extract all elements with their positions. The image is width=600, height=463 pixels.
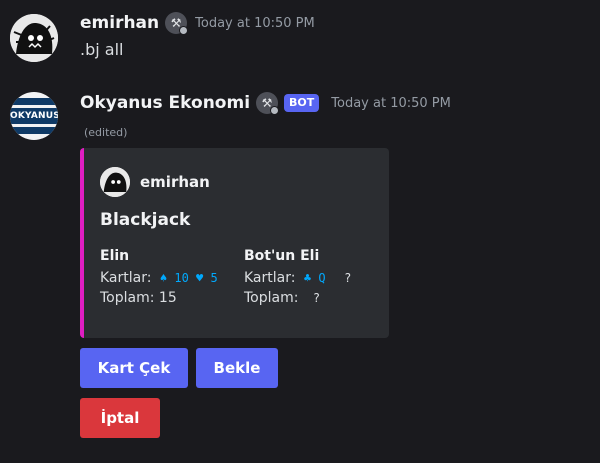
player-total: 15 (158, 290, 177, 306)
cards-line: Kartlar: ♠ 10 ♥ 5 (100, 268, 218, 288)
hidden-card: ? (344, 271, 352, 285)
message-content: .bj all (80, 40, 124, 59)
total-line: Toplam: ? (244, 288, 351, 308)
hammer-wrench-icon[interactable]: ⚒ (165, 12, 189, 35)
logo-band (10, 98, 58, 105)
user-avatar[interactable] (10, 14, 58, 62)
message-timestamp: Today at 10:50 PM (331, 95, 451, 111)
cancel-button[interactable]: İptal (80, 398, 160, 438)
bot-avatar[interactable]: OKYANUS (10, 92, 58, 140)
embed-title: Blackjack (100, 210, 191, 230)
cards-label: Kartlar: (100, 270, 152, 286)
hammer-wrench-icon[interactable]: ⚒ (256, 92, 280, 115)
bot-total: ? (312, 291, 321, 305)
edited-label: (edited) (84, 126, 128, 139)
status-dot (270, 106, 280, 115)
doodle-creature-icon (10, 14, 58, 62)
draw-card-button[interactable]: Kart Çek (80, 348, 188, 388)
total-label: Toplam: (244, 290, 299, 306)
embed-author: emirhan (100, 167, 210, 197)
player-hand-field: Elin Kartlar: ♠ 10 ♥ 5 Toplam: 15 (100, 248, 218, 308)
message-timestamp: Today at 10:50 PM (195, 15, 315, 31)
user-name[interactable]: emirhan (80, 13, 159, 33)
logo-band (10, 127, 58, 134)
bot-cards: ♣ Q (303, 271, 326, 285)
embed-accent-bar (80, 148, 84, 338)
bot-name[interactable]: Okyanus Ekonomi (80, 93, 250, 113)
field-name: Bot'un Eli (244, 248, 320, 264)
total-line: Toplam: 15 (100, 288, 218, 308)
okyanus-logo: OKYANUS (10, 108, 58, 124)
bot-hand-field: Bot'un Eli Kartlar: ♣ Q ? Toplam: ? (244, 248, 351, 308)
total-label: Toplam: (100, 290, 155, 306)
embed-author-name[interactable]: emirhan (140, 173, 210, 191)
status-dot (179, 26, 189, 35)
doodle-creature-icon (100, 167, 130, 197)
player-cards: ♠ 10 ♥ 5 (159, 271, 218, 285)
blackjack-embed: emirhan Blackjack Elin Kartlar: ♠ 10 ♥ 5… (80, 148, 389, 338)
bot-tag: BOT (284, 94, 320, 112)
embed-author-avatar[interactable] (100, 167, 130, 197)
cards-line: Kartlar: ♣ Q ? (244, 268, 351, 288)
field-name: Elin (100, 248, 130, 264)
stand-button[interactable]: Bekle (196, 348, 278, 388)
cards-label: Kartlar: (244, 270, 296, 286)
